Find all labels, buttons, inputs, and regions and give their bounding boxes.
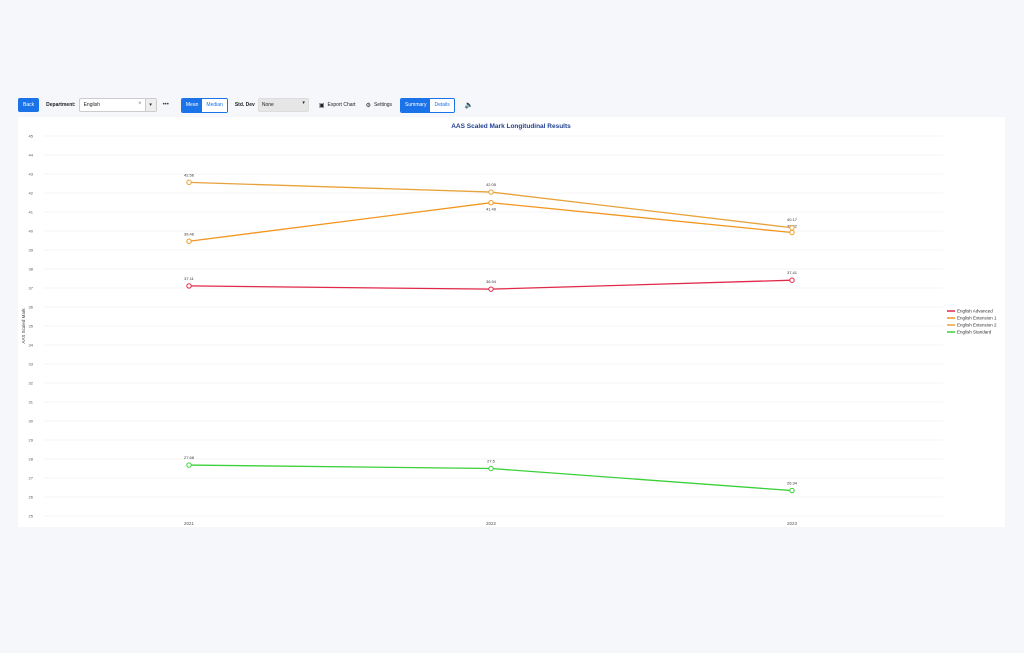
data-label: 27.68 bbox=[184, 455, 195, 460]
line-chart: AAS Scaled Mark Longitudinal Results 25 26… bbox=[21, 123, 997, 526]
gear-icon: ⚙ bbox=[365, 102, 371, 109]
back-button[interactable]: Back bbox=[18, 98, 40, 112]
y-tick-label: 28 bbox=[29, 457, 34, 462]
y-tick-label: 35 bbox=[29, 324, 34, 329]
statistic-toggle: Mean Median bbox=[180, 97, 228, 113]
y-tick-label: 36 bbox=[29, 305, 34, 310]
clear-icon[interactable]: × bbox=[138, 101, 142, 107]
y-tick-label: 27 bbox=[29, 476, 34, 481]
y-tick-label: 31 bbox=[29, 400, 34, 405]
legend-label: English Advanced bbox=[957, 309, 993, 314]
y-tick-label: 34 bbox=[29, 343, 34, 348]
toolbar: Back Department: English × ▾ ••• Mean Me… bbox=[18, 97, 473, 113]
y-axis-label: AAS Scaled Mark bbox=[21, 308, 26, 344]
more-options-icon[interactable]: ••• bbox=[163, 102, 169, 108]
data-point bbox=[186, 238, 192, 244]
y-tick-label: 32 bbox=[29, 381, 34, 386]
data-label: 42.05 bbox=[486, 182, 497, 187]
y-tick-label: 42 bbox=[29, 191, 34, 196]
data-point bbox=[789, 229, 795, 236]
stddev-label: Std. Dev bbox=[234, 102, 255, 108]
data-point bbox=[186, 462, 192, 468]
data-point bbox=[488, 465, 494, 472]
stddev-select[interactable]: None ▾ bbox=[257, 98, 309, 112]
department-value: English bbox=[83, 102, 100, 108]
x-tick-label: 2021 bbox=[184, 521, 195, 526]
data-label: 42.56 bbox=[184, 172, 195, 177]
x-tick-label: 2022 bbox=[486, 521, 497, 526]
chart-panel: AAS Scaled Mark Longitudinal Results 25 26… bbox=[18, 117, 1005, 527]
data-label: 40.17 bbox=[787, 217, 798, 222]
export-chart-button[interactable]: ▣ Export Chart bbox=[319, 102, 356, 109]
data-point bbox=[186, 283, 192, 289]
y-tick-label: 45 bbox=[29, 134, 34, 139]
y-tick-label: 43 bbox=[29, 172, 34, 177]
x-tick-label: 2023 bbox=[787, 521, 798, 526]
legend-label: English Standard bbox=[957, 330, 992, 335]
data-label: 37.41 bbox=[787, 270, 798, 275]
y-tick-label: 33 bbox=[29, 362, 34, 367]
settings-button[interactable]: ⚙ Settings bbox=[366, 102, 392, 109]
data-point bbox=[488, 286, 494, 292]
data-label: 41.49 bbox=[486, 207, 497, 212]
y-tick-label: 44 bbox=[29, 153, 34, 158]
stddev-value: None bbox=[261, 102, 274, 108]
y-tick-label: 25 bbox=[29, 514, 34, 519]
department-select[interactable]: English × ▾ bbox=[78, 98, 157, 112]
data-point bbox=[789, 487, 795, 494]
settings-label: Settings bbox=[373, 102, 393, 108]
data-point bbox=[789, 277, 795, 283]
chevron-down-icon: ▾ bbox=[302, 100, 305, 106]
y-tick-label: 29 bbox=[29, 438, 34, 443]
view-toggle: Summary Details bbox=[400, 97, 455, 113]
legend-label: English Extension 1 bbox=[957, 316, 997, 321]
department-label: Department: bbox=[46, 102, 76, 108]
legend-label: English Extension 2 bbox=[957, 323, 997, 328]
y-tick-label: 41 bbox=[29, 210, 34, 215]
data-point bbox=[488, 199, 494, 206]
image-icon: ▣ bbox=[318, 102, 325, 109]
median-button[interactable]: Median bbox=[202, 98, 227, 112]
y-tick-label: 40 bbox=[29, 229, 34, 234]
y-tick-label: 26 bbox=[29, 495, 34, 500]
details-button[interactable]: Details bbox=[430, 98, 454, 112]
data-label: 27.5 bbox=[487, 459, 496, 464]
summary-button[interactable]: Summary bbox=[401, 98, 431, 112]
data-label: 39.46 bbox=[184, 231, 195, 236]
y-tick-label: 37 bbox=[29, 286, 34, 291]
data-point bbox=[186, 179, 192, 186]
mean-button[interactable]: Mean bbox=[181, 98, 203, 112]
speaker-icon[interactable]: 🔈 bbox=[465, 101, 474, 109]
data-label: 26.34 bbox=[787, 481, 798, 486]
y-tick-label: 30 bbox=[29, 419, 34, 424]
y-tick-label: 39 bbox=[29, 248, 34, 253]
data-label: 36.94 bbox=[486, 279, 497, 284]
export-chart-label: Export Chart bbox=[327, 102, 356, 108]
chart-title: AAS Scaled Mark Longitudinal Results bbox=[451, 123, 571, 130]
chevron-down-icon[interactable]: ▾ bbox=[144, 99, 156, 111]
data-label: 37.11 bbox=[184, 276, 194, 281]
data-point bbox=[789, 225, 795, 231]
data-point bbox=[488, 189, 494, 195]
y-tick-label: 38 bbox=[29, 267, 34, 272]
